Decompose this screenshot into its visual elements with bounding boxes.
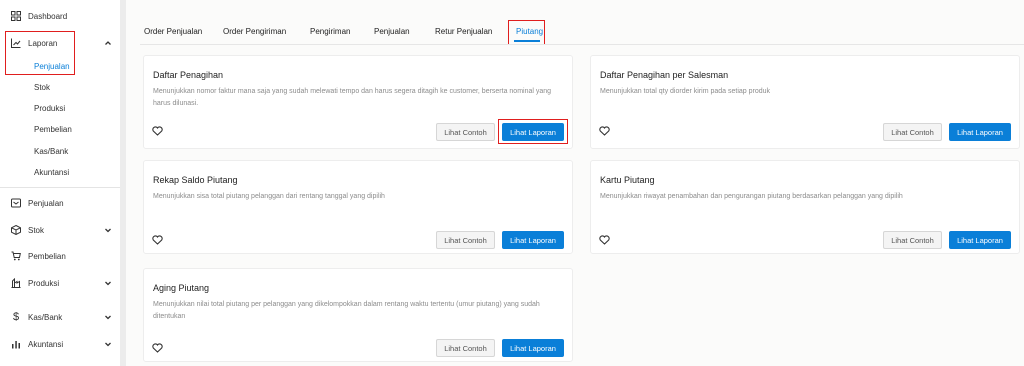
card-description: Menunjukkan sisa total piutang pelanggan… xyxy=(153,193,385,200)
card-title: Aging Piutang xyxy=(153,283,210,293)
lihat-laporan-button[interactable]: Lihat Laporan xyxy=(502,231,564,249)
card-description: Menunjukkan nomor faktur mana saja yang … xyxy=(153,88,552,107)
lihat-contoh-button[interactable]: Lihat Contoh xyxy=(436,339,495,357)
report-card-daftar-penagihan: Daftar Penagihan Menunjukkan nomor faktu… xyxy=(143,55,573,149)
report-card-kartu-piutang: Kartu Piutang Menunjukkan riwayat penamb… xyxy=(590,160,1020,254)
lihat-contoh-button[interactable]: Lihat Contoh xyxy=(436,123,495,141)
sidebar-item-label: Kas/Bank xyxy=(28,312,63,322)
tab-order-penjualan[interactable]: Order Penjualan xyxy=(144,27,202,36)
sidebar-item-produksi[interactable]: Produksi xyxy=(0,273,120,293)
chevron-up-icon[interactable] xyxy=(104,39,112,47)
heart-icon[interactable] xyxy=(152,235,163,245)
card-description: Menunjukkan nilai total piutang per pela… xyxy=(153,301,540,320)
sidebar-subitem-kas-bank[interactable]: Kas/Bank xyxy=(34,145,68,159)
main-content: Order Penjualan Order Pengiriman Pengiri… xyxy=(126,0,1024,366)
lihat-laporan-button[interactable]: Lihat Laporan xyxy=(502,339,564,357)
dollar-icon: $ xyxy=(12,311,20,323)
card-description: Menunjukkan riwayat penambahan dan pengu… xyxy=(600,193,903,200)
lihat-laporan-button[interactable]: Lihat Laporan xyxy=(949,231,1011,249)
sidebar-subitem-pembelian[interactable]: Pembelian xyxy=(34,123,72,137)
sidebar-divider xyxy=(0,187,120,188)
highlight-box-piutang xyxy=(508,20,545,45)
tab-pengiriman[interactable]: Pengiriman xyxy=(310,27,350,36)
cart-icon xyxy=(11,251,21,261)
chevron-down-icon[interactable] xyxy=(104,279,112,287)
sidebar-item-label: Produksi xyxy=(28,278,60,288)
bar-chart-icon xyxy=(11,339,21,349)
heart-icon[interactable] xyxy=(152,343,163,353)
sidebar-item-label: Penjualan xyxy=(28,198,64,208)
highlight-box-lihat-laporan xyxy=(498,119,568,144)
card-title: Daftar Penagihan xyxy=(153,70,224,80)
grid-icon xyxy=(11,11,21,21)
sidebar-item-label: Dashboard xyxy=(28,11,68,21)
lihat-laporan-button[interactable]: Lihat Laporan xyxy=(949,123,1011,141)
chevron-down-icon[interactable] xyxy=(104,226,112,234)
card-title: Daftar Penagihan per Salesman xyxy=(600,70,729,80)
factory-icon xyxy=(11,278,21,288)
sidebar-item-stok[interactable]: Stok xyxy=(0,220,120,240)
lihat-contoh-button[interactable]: Lihat Contoh xyxy=(436,231,495,249)
sidebar-item-label: Stok xyxy=(28,225,45,235)
chevron-down-icon[interactable] xyxy=(104,340,112,348)
tab-bar: Order Penjualan Order Pengiriman Pengiri… xyxy=(126,0,1024,45)
tab-divider xyxy=(140,44,1024,45)
chevron-down-icon[interactable] xyxy=(104,313,112,321)
lihat-contoh-button[interactable]: Lihat Contoh xyxy=(883,123,942,141)
tab-order-pengiriman[interactable]: Order Pengiriman xyxy=(223,27,286,36)
tab-penjualan[interactable]: Penjualan xyxy=(374,27,410,36)
sidebar-subitem-produksi[interactable]: Produksi xyxy=(34,102,65,116)
card-description: Menunjukkan total qty diorder kirim pada… xyxy=(600,88,771,95)
report-card-daftar-penagihan-salesman: Daftar Penagihan per Salesman Menunjukka… xyxy=(590,55,1020,149)
sidebar-item-pembelian[interactable]: Pembelian xyxy=(0,246,120,266)
card-title: Rekap Saldo Piutang xyxy=(153,175,238,185)
sidebar-subitem-akuntansi[interactable]: Akuntansi xyxy=(34,166,69,180)
sidebar-subitem-stok[interactable]: Stok xyxy=(34,81,50,95)
report-card-aging-piutang: Aging Piutang Menunjukkan nilai total pi… xyxy=(143,268,573,362)
receipt-icon xyxy=(11,198,21,208)
report-card-rekap-saldo-piutang: Rekap Saldo Piutang Menunjukkan sisa tot… xyxy=(143,160,573,254)
heart-icon[interactable] xyxy=(599,126,610,136)
lihat-contoh-button[interactable]: Lihat Contoh xyxy=(883,231,942,249)
heart-icon[interactable] xyxy=(152,126,163,136)
sidebar-item-label: Pembelian xyxy=(28,251,66,261)
box-icon xyxy=(11,225,21,235)
sidebar-item-penjualan[interactable]: Penjualan xyxy=(0,193,120,213)
sidebar-item-label: Akuntansi xyxy=(28,339,64,349)
tab-retur-penjualan[interactable]: Retur Penjualan xyxy=(435,27,492,36)
heart-icon[interactable] xyxy=(599,235,610,245)
card-title: Kartu Piutang xyxy=(600,175,655,185)
sidebar-item-kas-bank[interactable]: $ Kas/Bank xyxy=(0,307,120,327)
highlight-box-laporan xyxy=(5,31,75,75)
sidebar-item-akuntansi[interactable]: Akuntansi xyxy=(0,334,120,354)
sidebar-item-dashboard[interactable]: Dashboard xyxy=(0,6,120,26)
